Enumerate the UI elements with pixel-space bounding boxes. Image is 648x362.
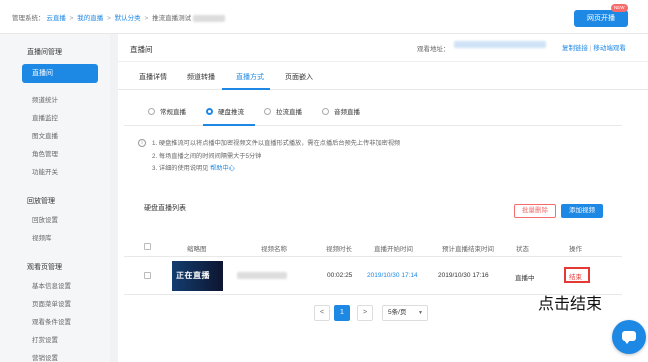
col-duration: 视频时长	[326, 246, 352, 253]
redacted-channel-id	[192, 14, 225, 22]
sidebar-group-playback: 回放管理	[27, 198, 55, 205]
sidebar-item-video-library[interactable]: 视频库	[32, 232, 52, 242]
info-icon: i	[138, 139, 146, 147]
status-badge: 直播中	[515, 275, 535, 282]
col-end-time: 预计直播结束时间	[442, 246, 494, 253]
end-time: 2019/10/30 17:16	[438, 272, 489, 279]
prev-page-button[interactable]: <	[314, 305, 330, 321]
mode-regular-live[interactable]: 常规直播	[148, 106, 186, 116]
redacted-video-name	[237, 272, 287, 279]
chat-button[interactable]	[612, 320, 646, 354]
mode-pull-stream[interactable]: 拉流直播	[264, 106, 302, 116]
table-header: 缩略图 视频名称 视频时长 直播开始时间 预计直播结束时间 状态 操作	[124, 237, 622, 257]
tab-live-details[interactable]: 直播详情	[139, 72, 167, 82]
tab-page-embed[interactable]: 页面嵌入	[285, 72, 313, 82]
video-thumbnail: 正在直播	[172, 261, 223, 291]
end-live-button[interactable]: 结束	[569, 271, 582, 281]
sidebar-item-roles[interactable]: 角色管理	[32, 148, 58, 158]
sidebar-item-marketing[interactable]: 营销设置	[32, 352, 58, 362]
col-video-name: 视频名称	[261, 246, 287, 253]
page-header: 直播间 观看地址： 复制链接 | 移动端观看	[118, 34, 648, 62]
add-video-button[interactable]: 添加视频	[561, 204, 603, 218]
breadcrumb: 管理系统： 云直播 > 我的直播 > 默认分类 > 推流直播测试	[12, 12, 225, 22]
chevron-down-icon: ▼	[418, 310, 423, 316]
top-bar: 管理系统： 云直播 > 我的直播 > 默认分类 > 推流直播测试 网页开播 NE…	[0, 0, 648, 34]
sidebar-item-channel-stats[interactable]: 频道统计	[32, 94, 58, 104]
page-1-button[interactable]: 1	[334, 305, 350, 321]
breadcrumb-my-live[interactable]: 我的直播	[77, 15, 103, 22]
sidebar-item-live-monitor[interactable]: 直播监控	[32, 112, 58, 122]
sidebar-item-feature-switch[interactable]: 功能开关	[32, 166, 58, 176]
thumbnail-caption: 正在直播	[176, 271, 210, 280]
col-action: 操作	[569, 246, 582, 253]
sidebar: 直播间管理 直播间 频道统计 直播监控 图文直播 角色管理 功能开关 回放管理 …	[0, 34, 110, 362]
main-content: 直播详情 频道转播 直播方式 页面嵌入 常规直播 硬盘推流 拉流直播 音频直播 …	[118, 62, 648, 362]
sidebar-item-playback-settings[interactable]: 回放设置	[32, 214, 58, 224]
mode-disk-push[interactable]: 硬盘推流	[206, 106, 244, 116]
web-live-button[interactable]: 网页开播	[574, 10, 628, 27]
sidebar-item-live-room[interactable]: 直播间	[22, 64, 98, 83]
selected-mode-indicator	[203, 124, 255, 126]
page-title: 直播间	[130, 45, 153, 54]
watch-address-url[interactable]	[454, 41, 550, 51]
row-checkbox[interactable]	[144, 272, 151, 279]
disk-live-list-title: 硬盘直播列表	[144, 205, 186, 212]
sidebar-item-watch-conditions[interactable]: 观看条件设置	[32, 316, 71, 326]
next-page-button[interactable]: >	[357, 305, 373, 321]
tab-live-mode[interactable]: 直播方式	[236, 72, 264, 82]
select-all-checkbox[interactable]	[144, 243, 151, 250]
col-start-time: 直播开始时间	[374, 246, 413, 253]
sidebar-item-reward-settings[interactable]: 打赏设置	[32, 334, 58, 344]
sidebar-item-text-live[interactable]: 图文直播	[32, 130, 58, 140]
live-mode-selector: 常规直播 硬盘推流 拉流直播 音频直播	[124, 100, 622, 126]
page-size-select[interactable]: 5条/页 ▼	[382, 305, 428, 321]
mode-audio-live[interactable]: 音频直播	[322, 106, 360, 116]
tab-channel-relay[interactable]: 频道转播	[187, 72, 215, 82]
breadcrumb-default-category[interactable]: 默认分类	[115, 15, 141, 22]
tip-line-2: 2. 每场直播之间的时间间隔需大于5分钟	[152, 152, 262, 160]
active-tab-indicator	[222, 88, 270, 90]
help-center-link[interactable]: 帮助中心	[210, 165, 235, 172]
tip-line-3: 3. 详细的使用说明见 帮助中心	[152, 165, 235, 172]
new-badge: NEW	[611, 4, 628, 12]
watch-links: 复制链接 | 移动端观看	[562, 45, 626, 52]
copy-link[interactable]: 复制链接	[562, 45, 588, 52]
sidebar-group-room-management: 直播间管理	[27, 49, 62, 56]
watch-address-label: 观看地址：	[417, 46, 450, 53]
tip-line-1: 1. 硬盘推流可以将点播中加密视频文件以直播形式播放，需在点播后台预先上传非加密…	[152, 140, 401, 147]
col-thumbnail: 缩略图	[187, 246, 207, 253]
sidebar-group-watch-page: 观看页管理	[27, 264, 62, 271]
sidebar-item-basic-info[interactable]: 基本信息设置	[32, 280, 71, 290]
tab-bar: 直播详情 频道转播 直播方式 页面嵌入	[118, 62, 648, 90]
breadcrumb-prefix: 管理系统：	[12, 15, 45, 22]
breadcrumb-cloud-live[interactable]: 云直播	[46, 15, 66, 22]
mobile-watch-link[interactable]: 移动端观看	[593, 45, 626, 52]
col-status: 状态	[516, 246, 529, 253]
start-time: 2019/10/30 17:14	[367, 272, 418, 279]
video-duration: 00:02:25	[327, 272, 353, 279]
breadcrumb-current-channel: 推流直播测试	[152, 15, 192, 22]
instruction-annotation: 点击结束	[538, 294, 603, 313]
batch-delete-button[interactable]: 批量删除	[514, 204, 556, 218]
sidebar-item-page-menu[interactable]: 页面菜单设置	[32, 298, 71, 308]
